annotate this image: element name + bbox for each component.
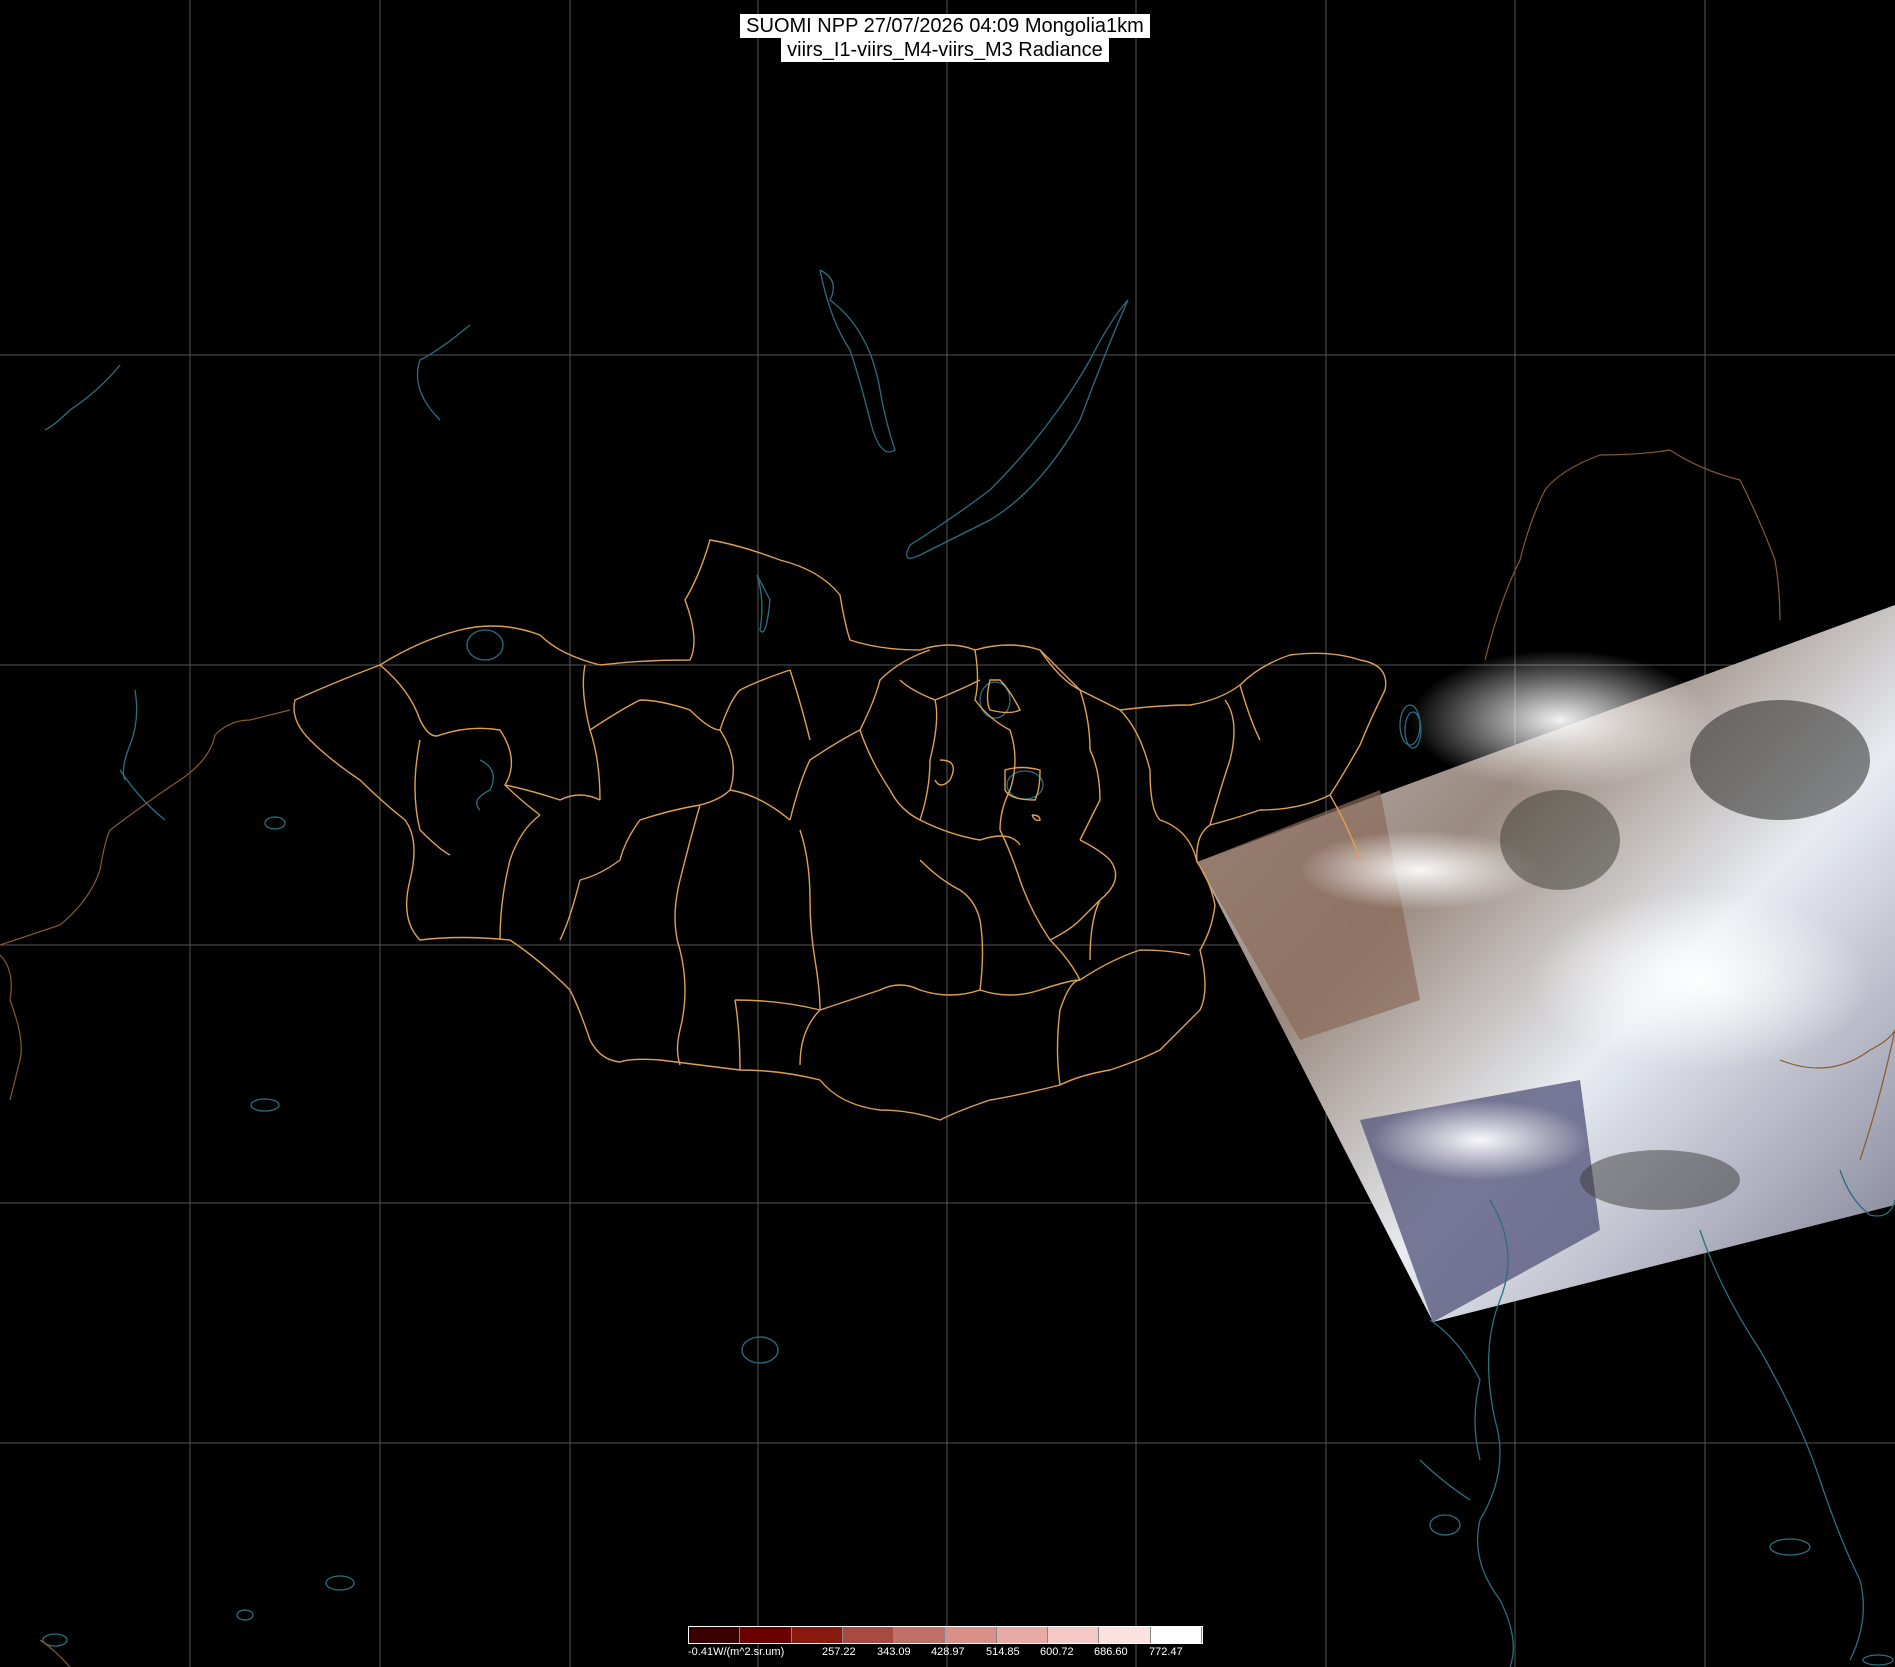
mongolia-aimag-borders <box>293 539 1387 1121</box>
title-line-satellite: SUOMI NPP 27/07/2026 04:09 Mongolia1km <box>740 14 1150 38</box>
satellite-map <box>0 0 1895 1667</box>
legend-tick: 343.09 <box>877 1646 911 1658</box>
legend-tick: 257.22 <box>822 1646 856 1658</box>
legend-tick: 514.85 <box>986 1646 1020 1658</box>
legend-swatch <box>894 1627 946 1643</box>
color-scale-labels: -0.41W/(m^2.sr.um) 257.22 343.09 428.97 … <box>688 1646 1203 1660</box>
map-title: SUOMI NPP 27/07/2026 04:09 Mongolia1km v… <box>700 14 1190 62</box>
legend-tick: 772.47 <box>1149 1646 1183 1658</box>
legend-swatch <box>1150 1627 1202 1643</box>
color-scale-legend: -0.41W/(m^2.sr.um) 257.22 343.09 428.97 … <box>688 1626 1203 1662</box>
title-line-product: viirs_I1-viirs_M4-viirs_M3 Radiance <box>781 38 1109 62</box>
legend-swatch <box>1048 1627 1100 1643</box>
legend-swatch <box>842 1627 895 1643</box>
legend-swatch <box>689 1627 741 1643</box>
legend-tick: 428.97 <box>931 1646 965 1658</box>
legend-tick: 600.72 <box>1040 1646 1074 1658</box>
legend-unit-label: -0.41W/(m^2.sr.um) <box>688 1646 785 1658</box>
legend-tick: 686.60 <box>1094 1646 1128 1658</box>
satellite-swath-image <box>1197 605 1895 1322</box>
legend-swatch <box>791 1627 843 1643</box>
legend-swatch <box>1099 1627 1151 1643</box>
legend-swatch <box>996 1627 1049 1643</box>
legend-swatch <box>945 1627 997 1643</box>
color-scale-bar <box>688 1626 1203 1644</box>
legend-swatch <box>740 1627 792 1643</box>
